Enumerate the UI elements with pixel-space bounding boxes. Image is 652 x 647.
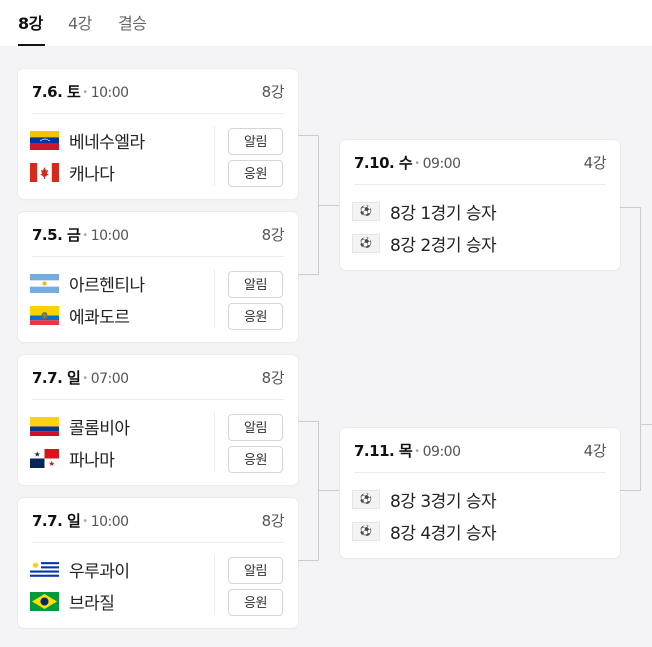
- cheer-button[interactable]: 응원: [228, 160, 283, 187]
- team-row: ⚽ 8강 1경기 승자: [352, 199, 497, 224]
- canada-flag-icon: [30, 162, 59, 182]
- team-row: 우루과이: [30, 557, 130, 582]
- team-name: 파나마: [69, 450, 115, 471]
- team-name: 캐나다: [69, 164, 115, 185]
- match-date: 7.6. 토 • 10:00: [32, 83, 129, 101]
- team-row: 콜롬비아: [30, 414, 130, 439]
- team-name: 우루과이: [69, 561, 130, 582]
- tab-semifinal[interactable]: 4강: [68, 10, 92, 34]
- team-name: 베네수엘라: [69, 132, 145, 153]
- team-row: ⚽ 8강 2경기 승자: [352, 231, 497, 256]
- cheer-button[interactable]: 응원: [228, 446, 283, 473]
- team-row: 브라질: [30, 589, 115, 614]
- tab-quarterfinal[interactable]: 8강: [18, 10, 43, 34]
- alarm-button[interactable]: 알림: [228, 271, 283, 298]
- team-name: 아르헨티나: [69, 275, 145, 296]
- panama-flag-icon: [30, 448, 59, 468]
- team-name: 콜롬비아: [69, 418, 130, 439]
- divider: [32, 256, 284, 257]
- team-name: 에콰도르: [69, 307, 130, 328]
- soccer-ball-icon: ⚽: [352, 489, 380, 509]
- divider: [354, 472, 606, 473]
- match-round: 4강: [583, 154, 607, 172]
- divider: [32, 542, 284, 543]
- divider: [214, 555, 215, 615]
- bracket-connector: [318, 490, 340, 491]
- ecuador-flag-icon: [30, 305, 59, 325]
- match-card-qf3[interactable]: 7.7. 일 • 07:00 8강 콜롬비아 파나마 알림 응원: [18, 355, 298, 485]
- alarm-button[interactable]: 알림: [228, 128, 283, 155]
- argentina-flag-icon: [30, 273, 59, 293]
- match-date: 7.7. 일 • 10:00: [32, 512, 129, 530]
- match-card-qf1[interactable]: 7.6. 토 • 10:00 8강 베네수엘라 캐나다 알림 응원: [18, 69, 298, 199]
- match-card-sf2[interactable]: 7.11. 목 • 09:00 4강 ⚽ 8강 3경기 승자 ⚽ 8강 4경기 승자: [340, 428, 620, 558]
- soccer-ball-icon: ⚽: [352, 201, 380, 221]
- match-round: 8강: [261, 512, 285, 530]
- team-row: 베네수엘라: [30, 128, 145, 153]
- match-round: 4강: [583, 442, 607, 460]
- cheer-button[interactable]: 응원: [228, 303, 283, 330]
- team-row: 아르헨티나: [30, 271, 145, 296]
- match-date: 7.11. 목 • 09:00: [354, 442, 461, 460]
- match-round: 8강: [261, 369, 285, 387]
- bracket-connector: [298, 421, 318, 422]
- team-name: 8강 1경기 승자: [390, 203, 497, 224]
- divider: [32, 113, 284, 114]
- team-row: 에콰도르: [30, 303, 130, 328]
- bracket-connector: [318, 421, 319, 561]
- match-round: 8강: [261, 83, 285, 101]
- team-row: ⚽ 8강 3경기 승자: [352, 487, 497, 512]
- team-name: 8강 3경기 승자: [390, 491, 497, 512]
- team-name: 8강 4경기 승자: [390, 523, 497, 544]
- bracket-connector: [298, 135, 318, 136]
- bracket-connector: [620, 490, 640, 491]
- match-card-qf4[interactable]: 7.7. 일 • 10:00 8강 우루과이 브라질 알림 응원: [18, 498, 298, 628]
- venezuela-flag-icon: [30, 130, 59, 150]
- brazil-flag-icon: [30, 591, 59, 611]
- match-card-sf1[interactable]: 7.10. 수 • 09:00 4강 ⚽ 8강 1경기 승자 ⚽ 8강 2경기 승자: [340, 140, 620, 270]
- bracket-connector: [620, 207, 640, 208]
- team-row: ⚽ 8강 4경기 승자: [352, 519, 497, 544]
- active-tab-indicator: [18, 44, 45, 46]
- match-round: 8강: [261, 226, 285, 244]
- match-date: 7.7. 일 • 07:00: [32, 369, 129, 387]
- bracket-connector: [640, 424, 652, 425]
- soccer-ball-icon: ⚽: [352, 233, 380, 253]
- bracket-connector: [298, 274, 318, 275]
- soccer-ball-icon: ⚽: [352, 521, 380, 541]
- cheer-button[interactable]: 응원: [228, 589, 283, 616]
- divider: [354, 184, 606, 185]
- round-tab-bar: 8강 4강 결승: [0, 0, 652, 46]
- match-date: 7.5. 금 • 10:00: [32, 226, 129, 244]
- divider: [214, 412, 215, 472]
- divider: [32, 399, 284, 400]
- alarm-button[interactable]: 알림: [228, 557, 283, 584]
- team-row: 파나마: [30, 446, 115, 471]
- tab-final[interactable]: 결승: [118, 10, 147, 34]
- uruguay-flag-icon: [30, 559, 59, 579]
- bracket-connector: [298, 560, 318, 561]
- match-card-qf2[interactable]: 7.5. 금 • 10:00 8강 아르헨티나 에콰도르 알림 응원: [18, 212, 298, 342]
- team-name: 8강 2경기 승자: [390, 235, 497, 256]
- team-name: 브라질: [69, 593, 115, 614]
- match-date: 7.10. 수 • 09:00: [354, 154, 461, 172]
- bracket-connector: [318, 205, 340, 206]
- team-row: 캐나다: [30, 160, 115, 185]
- divider: [214, 269, 215, 329]
- colombia-flag-icon: [30, 416, 59, 436]
- bracket-connector: [640, 207, 641, 491]
- divider: [214, 126, 215, 186]
- alarm-button[interactable]: 알림: [228, 414, 283, 441]
